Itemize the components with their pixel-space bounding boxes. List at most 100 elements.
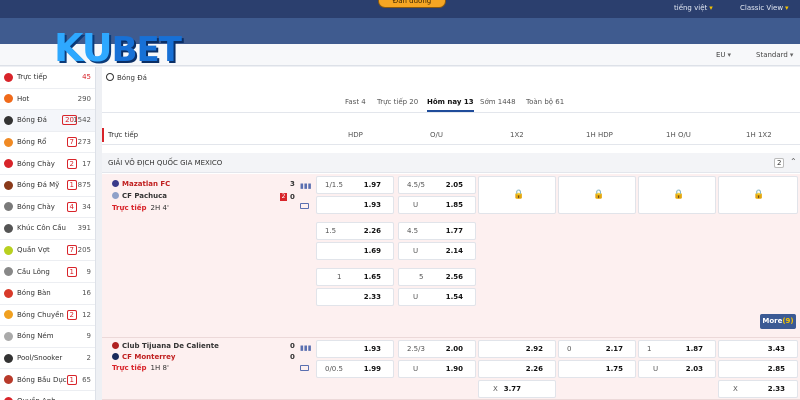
sidebar-item[interactable]: Bóng Chày 2 17 [0,153,95,175]
h1-ou-over-odds[interactable]: 1 1.87 [638,340,716,358]
sidebar-item[interactable]: Bóng Ném 9 [0,326,95,348]
home-team[interactable]: Club Tijuana De Caliente [112,342,219,350]
ou-under-odds[interactable]: U 2.14 [398,242,476,260]
red-card-badge: 2 [280,193,287,201]
tab-fast4[interactable]: Fast 4 [345,98,366,106]
h1-x12-home-odds[interactable]: 3.43 [718,340,798,358]
sidebar-item[interactable]: Hot 290 [0,89,95,111]
sidebar-item[interactable]: Bóng Bàn 16 [0,283,95,305]
odds-value: 1.97 [363,181,381,189]
hdp-home-odds[interactable]: 1.93 [316,340,394,358]
sport-icon [4,202,13,212]
ou-under-odds[interactable]: U 1.54 [398,288,476,306]
odds-value: 1.87 [685,345,703,353]
league-name: GIẢI VÔ ĐỊCH QUỐC GIA MEXICO [108,159,223,167]
x12-draw-odds[interactable]: X 3.77 [478,380,556,398]
mode-selector[interactable]: Standard ▾ [756,51,793,59]
h1-x12-draw-odds[interactable]: X 2.33 [718,380,798,398]
sidebar-item[interactable]: Bóng Đá 20 1542 [0,110,95,132]
sports-sidebar: Trực tiếp 45 Hot 290 Bóng Đá 20 1542 Bóng Rổ 7 27… [0,67,96,400]
stats-icon[interactable]: ▮▮▮ [300,344,312,352]
lock-icon: 🔒 [673,190,685,200]
event-count: 2 [86,354,91,363]
sidebar-item[interactable]: Quyền Anh [0,391,95,400]
x12-home-odds[interactable]: 2.92 [478,340,556,358]
sidebar-item[interactable]: Bóng Rổ 7 273 [0,132,95,154]
away-team[interactable]: CF Monterrey [112,353,175,361]
sidebar-item-label: Khúc Côn Cầu [17,224,66,233]
odds-value: 2.33 [767,385,785,393]
odds-value: 1.54 [445,293,463,301]
sport-icon [4,159,13,169]
hdp-away-odds[interactable]: 1.93 [316,196,394,214]
under-label: U [413,247,419,255]
away-team[interactable]: CF Pachuca [112,192,167,200]
team-crest-icon [112,180,119,187]
live-count-badge: 7 [66,137,77,148]
h1-ou-under-odds[interactable]: U 2.03 [638,360,716,378]
h1-x12-away-odds[interactable]: 2.85 [718,360,798,378]
h1-hdp-home-odds[interactable]: 0 2.17 [558,340,636,358]
ou-over-odds[interactable]: 4.5/5 2.05 [398,176,476,194]
odds-value: 3.77 [503,385,521,393]
kubet-logo[interactable]: KUBET [54,28,182,70]
hdp-line: 1/1.5 [325,181,343,189]
ou-over-odds[interactable]: 4.5 1.77 [398,222,476,240]
live-column-label: Trực tiếp [108,131,139,139]
h1-hdp-away-odds[interactable]: 1.75 [558,360,636,378]
page-title: Bóng Đá [106,73,147,82]
view-selector[interactable]: Classic View ▾ [740,4,789,12]
odds-value: 2.17 [605,345,623,353]
chevron-down-icon: ▾ [789,51,794,59]
sidebar-item[interactable]: Quần Vợt 7 205 [0,240,95,262]
odds-value: 2.85 [767,365,785,373]
chevron-up-icon[interactable]: ⌃ [790,157,797,166]
tv-icon[interactable] [300,365,309,371]
sport-icon [4,353,13,363]
sidebar-item[interactable]: Bóng Bầu Dục 1 65 [0,369,95,391]
hdp-away-odds[interactable]: 1.69 [316,242,394,260]
tv-icon[interactable] [300,203,309,209]
top-bar: Đăn đường tiếng việt ▾ Classic View ▾ [0,0,800,18]
odds-value: 2.26 [525,365,543,373]
sidebar-item[interactable]: Khúc Côn Cầu 391 [0,218,95,240]
hdp-home-odds[interactable]: 1 1.65 [316,268,394,286]
home-team[interactable]: Mazatlan FC [112,180,170,188]
hdp-home-odds[interactable]: 1/1.5 1.97 [316,176,394,194]
hdp-away-odds[interactable]: 0/0.5 1.99 [316,360,394,378]
event-count: 34 [82,202,91,211]
sidebar-item-label: Bóng Đá Mỹ [17,181,60,190]
tab-early[interactable]: Sớm 1448 [480,98,516,106]
stats-icon[interactable]: ▮▮▮ [300,182,312,190]
x12-column-label: 1X2 [510,131,524,139]
ou-under-odds[interactable]: U 1.90 [398,360,476,378]
ou-over-odds[interactable]: 5 2.56 [398,268,476,286]
live-count-badge: 2 [66,158,77,169]
language-selector[interactable]: tiếng việt ▾ [674,4,713,12]
sidebar-item[interactable]: Cầu Lông 1 9 [0,261,95,283]
odds-value: 1.75 [605,365,623,373]
sidebar-item[interactable]: Bóng Chuyền 2 12 [0,305,95,327]
sidebar-item[interactable]: Trực tiếp 45 [0,67,95,89]
lock-icon: 🔒 [593,190,605,200]
ou-over-odds[interactable]: 2.5/3 2.00 [398,340,476,358]
odds-value: 2.56 [445,273,463,281]
sidebar-item[interactable]: Pool/Snooker 2 [0,348,95,370]
hdp-home-odds[interactable]: 1.5 2.26 [316,222,394,240]
ou-under-odds[interactable]: U 1.85 [398,196,476,214]
tab-all[interactable]: Toàn bộ 61 [526,98,564,106]
tab-today[interactable]: Hôm nay 13 [427,98,474,112]
sidebar-item[interactable]: Bóng Đá Mỹ 1 875 [0,175,95,197]
x12-away-odds[interactable]: 2.26 [478,360,556,378]
x12-locked: 🔒 [478,176,556,214]
language-label: tiếng việt [674,4,708,12]
login-button[interactable]: Đăn đường [378,0,446,8]
tab-live[interactable]: Trực tiếp 20 [377,98,418,106]
odds-value: 1.93 [363,345,381,353]
hdp-away-odds[interactable]: 2.33 [316,288,394,306]
ou-line: 5 [419,273,424,281]
league-header[interactable]: GIẢI VÔ ĐỊCH QUỐC GIA MEXICO 2 ⌃ [102,153,800,173]
sidebar-item[interactable]: Bóng Chày 4 34 [0,197,95,219]
more-markets-button[interactable]: More(9) [760,314,796,329]
odds-format-selector[interactable]: EU ▾ [716,51,731,59]
